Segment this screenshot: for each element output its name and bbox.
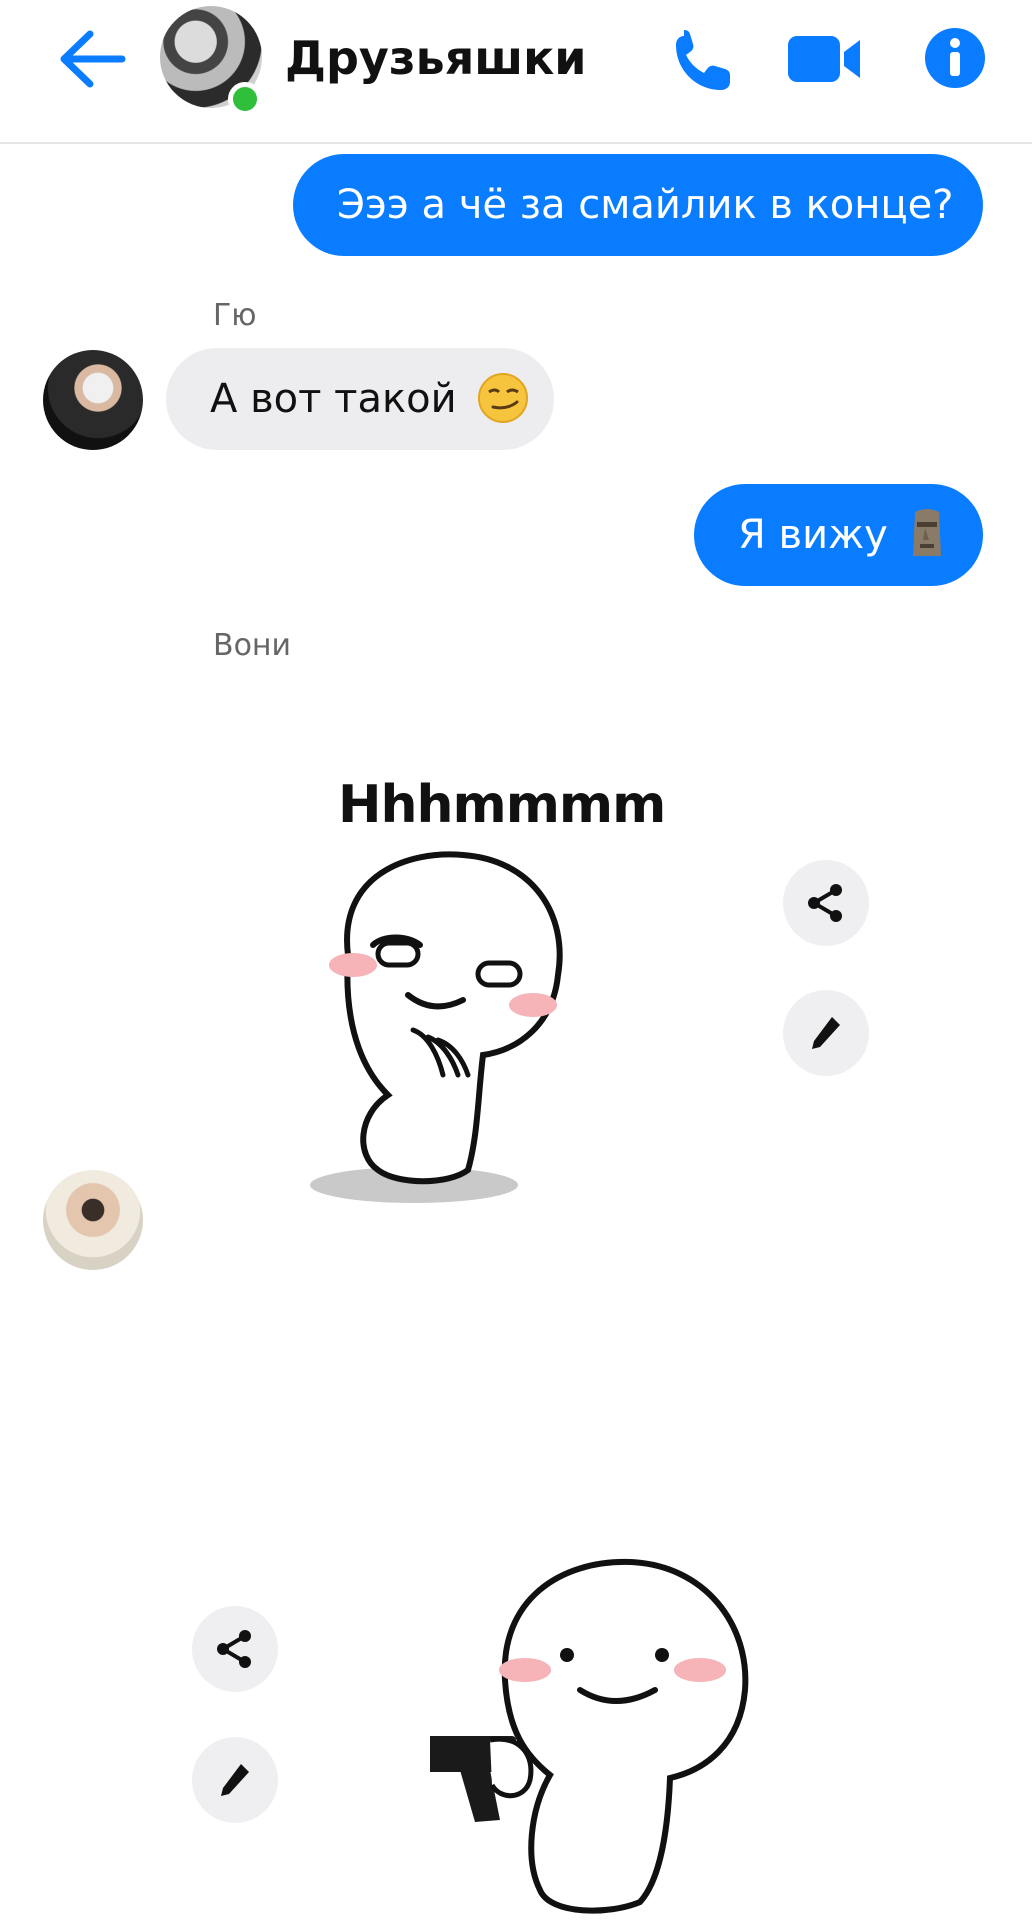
moai-emoji — [912, 509, 941, 556]
phone-icon — [676, 30, 730, 90]
incoming-message[interactable]: А вот такой — [166, 348, 554, 450]
online-status-indicator — [228, 82, 262, 116]
call-button[interactable] — [668, 26, 734, 96]
sticker-gun-drawing — [424, 1558, 749, 1914]
chat-header: Друзьяшки — [0, 0, 1032, 144]
sticker-hmm-drawing — [310, 851, 563, 1203]
outgoing-message[interactable]: Я вижу — [694, 484, 983, 586]
share-icon — [808, 884, 842, 922]
outgoing-message[interactable]: Эээ а чё за смайлик в конце? — [293, 154, 983, 256]
message-text: Эээ а чё за смайлик в конце? — [337, 182, 954, 228]
share-button[interactable] — [192, 1606, 278, 1692]
message-text: А вот такой — [210, 376, 457, 422]
edit-button[interactable] — [192, 1737, 278, 1823]
sender-avatar[interactable] — [43, 350, 143, 450]
video-camera-icon — [788, 36, 860, 82]
info-button[interactable] — [924, 27, 986, 93]
sender-name: Гю — [213, 298, 257, 333]
share-icon — [217, 1630, 251, 1668]
chat-title[interactable]: Друзьяшки — [285, 28, 587, 88]
video-call-button[interactable] — [786, 34, 862, 88]
sender-name: Вони — [213, 628, 292, 663]
message-text: Я вижу — [738, 512, 888, 558]
sticker-gun[interactable] — [424, 1530, 850, 1920]
pencil-icon — [221, 1764, 249, 1796]
share-button[interactable] — [783, 860, 869, 946]
sender-avatar[interactable] — [43, 1170, 143, 1270]
back-button[interactable] — [56, 26, 128, 92]
info-icon — [925, 28, 985, 88]
smirking-face-emoji — [478, 373, 529, 423]
edit-button[interactable] — [783, 990, 869, 1076]
back-arrow-icon — [60, 30, 126, 88]
pencil-icon — [812, 1017, 840, 1049]
sticker-hmm[interactable]: Hhhmmmm — [278, 775, 666, 1215]
